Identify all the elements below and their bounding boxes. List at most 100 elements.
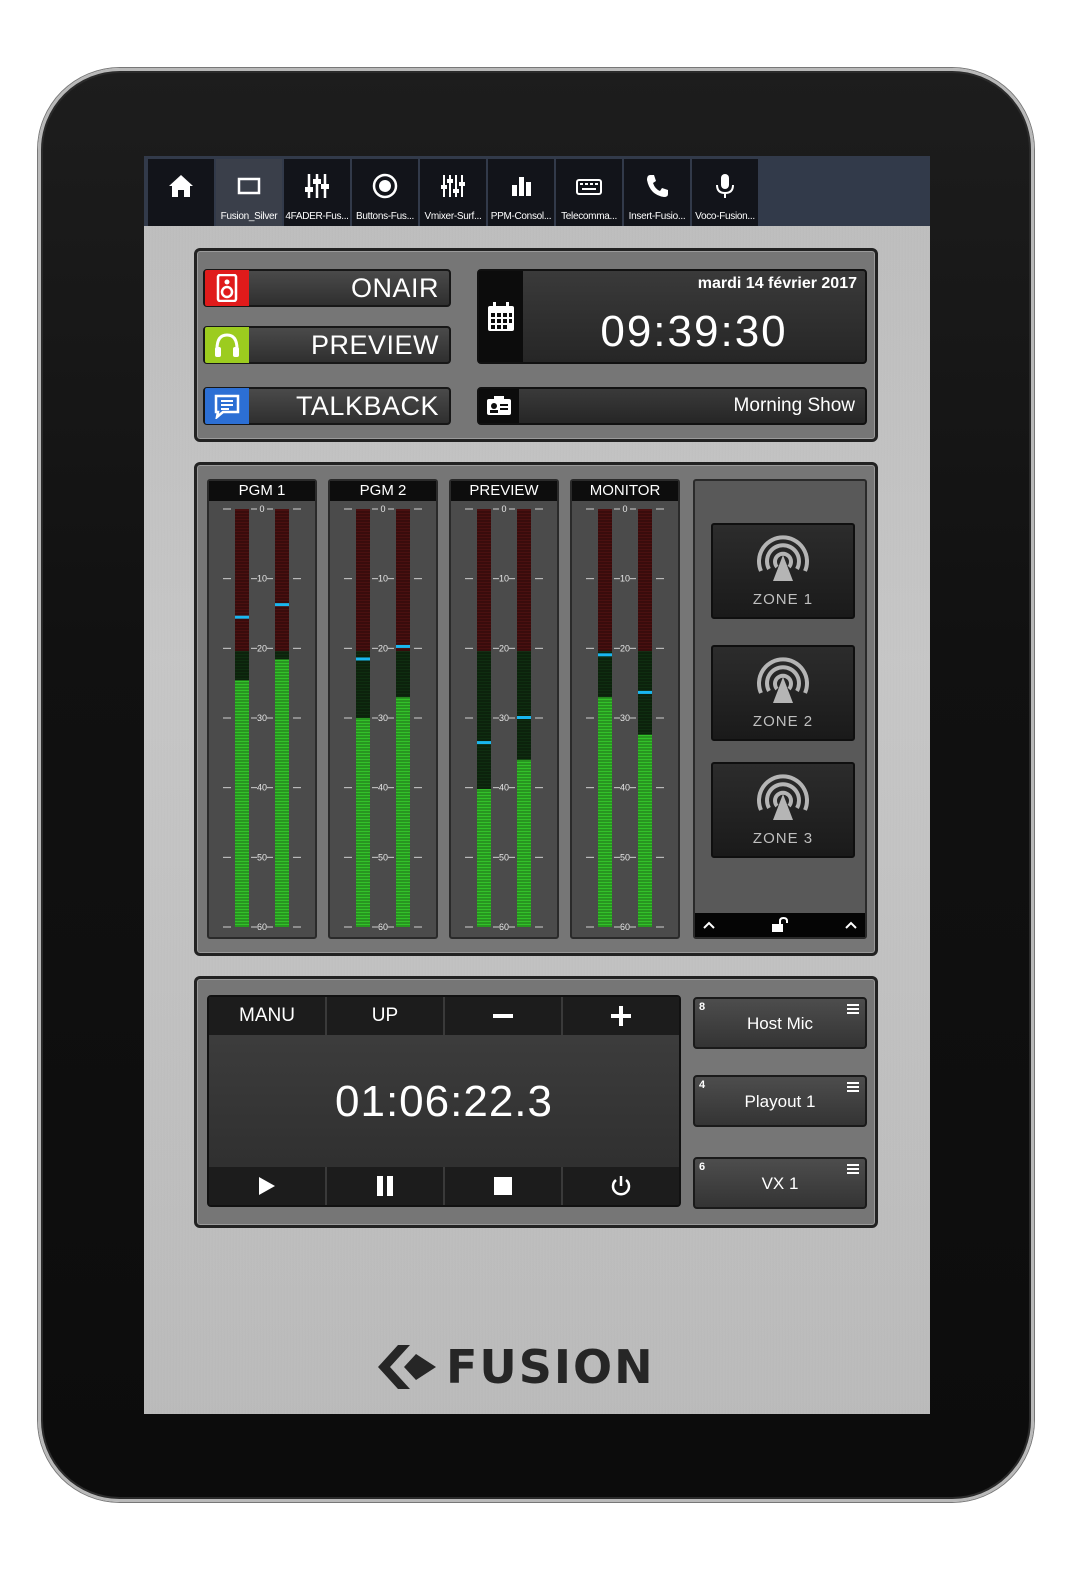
- meter-scale-label: 50: [257, 852, 267, 862]
- meter-scale-label: 40: [499, 783, 509, 793]
- timer-display: MANU UP 01:06:22.3: [207, 995, 681, 1207]
- show-display: Morning Show: [477, 387, 867, 425]
- meter-peak-left: [477, 741, 491, 745]
- stop-button[interactable]: [445, 1167, 563, 1205]
- meter-scale-label: 0: [380, 504, 385, 514]
- keyboard-icon: [576, 179, 602, 195]
- talkback-label: TALKBACK: [295, 390, 439, 421]
- meter-scale-label: 60: [499, 922, 509, 932]
- id-card-icon: [479, 389, 519, 423]
- meter-scale-label: 20: [257, 643, 267, 653]
- stop-icon: [494, 1177, 512, 1195]
- menu-icon[interactable]: [847, 1004, 859, 1014]
- source-button-playout-1[interactable]: 4 Playout 1: [693, 1075, 867, 1127]
- meter-scale-label: 10: [620, 574, 630, 584]
- meter-peak-right: [638, 690, 652, 694]
- clock-display: mardi 14 février 2017 09:39:30: [477, 269, 867, 364]
- date-text: mardi 14 février 2017: [697, 275, 857, 292]
- broadcast-icon: [757, 657, 809, 703]
- tab-label: Fusion_Silver: [220, 211, 278, 222]
- tab-label: Buttons-Fus...: [355, 211, 415, 222]
- meter-graphic: 0 10 20 30 40 50 60: [223, 504, 301, 932]
- zones-box: ZONE 1 ZONE 2 ZONE 3: [693, 479, 867, 939]
- meter-level-left: [477, 789, 491, 927]
- brand-logo: FUSION: [376, 1339, 706, 1395]
- meter-peak-right: [517, 716, 531, 719]
- manu-button[interactable]: MANU: [209, 997, 327, 1035]
- pause-button[interactable]: [327, 1167, 445, 1205]
- calendar-icon: [479, 271, 523, 362]
- power-button[interactable]: [563, 1167, 679, 1205]
- zone-label: ZONE 1: [752, 591, 814, 608]
- talkback-button[interactable]: TALKBACK: [203, 387, 451, 425]
- zone-1-button[interactable]: ZONE 1: [711, 523, 855, 619]
- microphone-icon: [716, 174, 734, 198]
- source-name: VX 1: [761, 1174, 799, 1193]
- preview-button[interactable]: PREVIEW: [203, 326, 451, 364]
- play-button[interactable]: [209, 1167, 327, 1205]
- tab-buttons[interactable]: Buttons-Fus...: [352, 159, 418, 226]
- meter-preview: PREVIEW 0 10 20 30 40 50 60: [449, 479, 559, 939]
- meter-scale-label: 0: [501, 504, 506, 514]
- plus-icon: [611, 1006, 631, 1026]
- source-number: 6: [699, 1161, 706, 1173]
- meter-scale-label: 20: [499, 643, 509, 653]
- up-button[interactable]: UP: [327, 997, 445, 1035]
- minus-button[interactable]: [445, 997, 563, 1035]
- meter-scale-label: 20: [378, 643, 388, 653]
- zone-2-button[interactable]: ZONE 2: [711, 645, 855, 741]
- source-button-vx-1[interactable]: 6 VX 1: [693, 1157, 867, 1209]
- tab-ppm[interactable]: PPM-Consol...: [488, 159, 554, 226]
- pause-icon: [377, 1176, 393, 1196]
- menu-icon[interactable]: [847, 1164, 859, 1174]
- meter-scale-label: 10: [378, 574, 388, 584]
- tab-insert[interactable]: Insert-Fusio...: [624, 159, 690, 226]
- tab-voco[interactable]: Voco-Fusion...: [692, 159, 758, 226]
- tab-telecommande[interactable]: Telecomma...: [556, 159, 622, 226]
- meter-scale-label: 40: [378, 783, 388, 793]
- tab-label: Telecomma...: [561, 211, 617, 222]
- meter-graphic: 0 10 20 30 40 50 60: [465, 504, 543, 932]
- tab-fusion-silver[interactable]: Fusion_Silver: [216, 159, 282, 226]
- unlock-icon[interactable]: [771, 917, 789, 933]
- meter-scale-label: 10: [499, 574, 509, 584]
- meter-peak-left: [356, 657, 370, 661]
- clock-time: 09:39:30: [600, 307, 788, 356]
- meter-scale-label: 30: [499, 713, 509, 723]
- meter-label: MONITOR: [572, 481, 678, 501]
- source-name: Playout 1: [744, 1092, 816, 1111]
- minus-icon: [493, 1014, 513, 1018]
- tab-label: Vmixer-Surf...: [424, 211, 482, 222]
- meter-scale-label: 30: [378, 713, 388, 723]
- onair-label: ONAIR: [350, 272, 439, 303]
- status-panel: ONAIR PREVIEW TALKBACK mardi 14 février …: [194, 248, 878, 442]
- chevron-up-icon[interactable]: [845, 921, 857, 929]
- headphones-icon: [205, 327, 249, 363]
- tab-4fader[interactable]: 4FADER-Fus...: [284, 159, 350, 226]
- broadcast-icon: [757, 535, 809, 581]
- meter-scale-label: 50: [378, 852, 388, 862]
- meter-peak-left: [235, 615, 249, 619]
- meter-graphic: 0 10 20 30 40 50 60: [344, 504, 422, 932]
- zone-3-button[interactable]: ZONE 3: [711, 762, 855, 858]
- fusion-logo-icon: [378, 1345, 436, 1389]
- phone-icon: [647, 175, 668, 197]
- transport-controls: [209, 1167, 679, 1205]
- source-button-host-mic[interactable]: 8 Host Mic: [693, 997, 867, 1049]
- menu-icon[interactable]: [847, 1082, 859, 1092]
- onair-button[interactable]: ONAIR: [203, 269, 451, 307]
- play-icon: [259, 1177, 275, 1195]
- tab-label: Insert-Fusio...: [628, 211, 686, 222]
- meter-scale-label: 30: [257, 713, 267, 723]
- tab-label: Voco-Fusion...: [695, 211, 755, 222]
- mixer-icon: [441, 175, 465, 197]
- tab-home[interactable]: [148, 159, 214, 226]
- meter-label: PREVIEW: [451, 481, 557, 501]
- source-number: 8: [699, 1001, 706, 1013]
- meter-scale-label: 0: [622, 504, 627, 514]
- tab-vmixer[interactable]: Vmixer-Surf...: [420, 159, 486, 226]
- chevron-up-icon[interactable]: [703, 921, 715, 929]
- zone-label: ZONE 3: [752, 830, 814, 847]
- plus-button[interactable]: [563, 997, 679, 1035]
- screen: Fusion_Silver 4FADER-Fus... Buttons-Fus.…: [144, 156, 930, 1414]
